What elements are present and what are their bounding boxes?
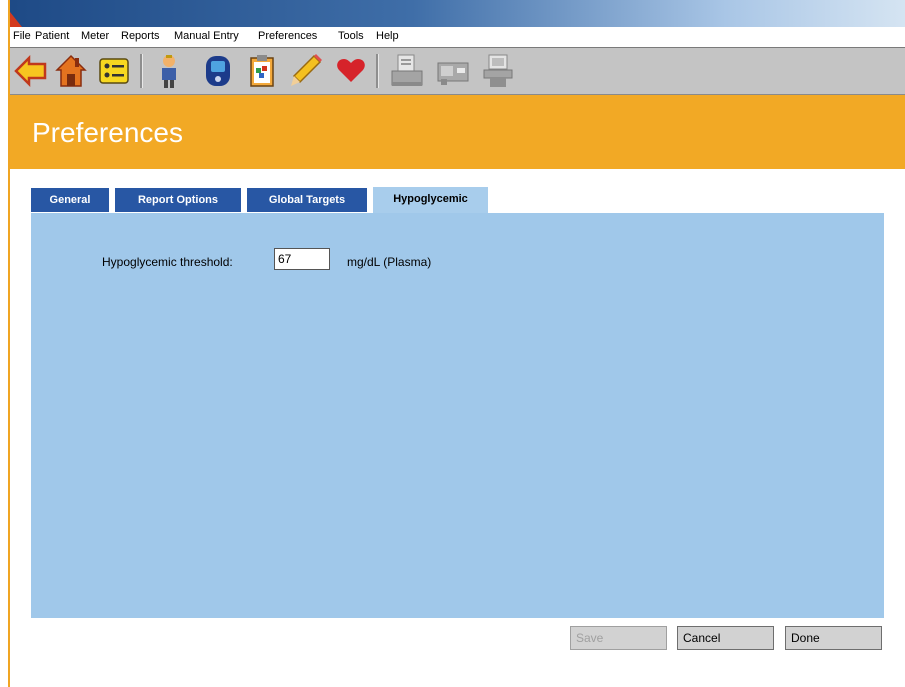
menu-meter[interactable]: Meter — [81, 30, 109, 42]
toolbar — [10, 48, 905, 95]
menu-bar: File Patient Meter Reports Manual Entry … — [10, 27, 905, 48]
save-button[interactable]: Save — [570, 626, 667, 650]
menu-manual-entry[interactable]: Manual Entry — [174, 30, 239, 42]
pencil-icon[interactable] — [288, 52, 324, 90]
meter-icon[interactable] — [200, 52, 236, 90]
title-bar — [10, 0, 905, 27]
threshold-input[interactable] — [274, 248, 330, 270]
home-icon[interactable] — [53, 52, 89, 90]
menu-reports[interactable]: Reports — [121, 30, 160, 42]
menu-patient[interactable]: Patient — [35, 30, 69, 42]
card-reader-icon[interactable] — [435, 52, 471, 90]
computer-icon[interactable] — [480, 52, 516, 90]
doctor-icon[interactable] — [151, 52, 187, 90]
page-title: Preferences — [32, 117, 183, 148]
toolbar-separator — [140, 54, 143, 88]
cancel-button[interactable]: Cancel — [677, 626, 774, 650]
toolbar-separator — [376, 54, 379, 88]
menu-file[interactable]: File — [13, 30, 31, 42]
menu-help[interactable]: Help — [376, 30, 399, 42]
tab-global-targets[interactable]: Global Targets — [247, 188, 367, 212]
clipboard-icon[interactable] — [244, 52, 280, 90]
app-corner-icon — [10, 12, 22, 27]
list-icon[interactable] — [96, 52, 132, 90]
heart-icon[interactable] — [333, 52, 369, 90]
menu-preferences[interactable]: Preferences — [258, 30, 317, 42]
tab-panel-hypoglycemic — [31, 213, 884, 618]
back-arrow-icon[interactable] — [13, 52, 49, 90]
tab-hypoglycemic[interactable]: Hypoglycemic — [373, 187, 488, 214]
done-button[interactable]: Done — [785, 626, 882, 650]
printer-icon[interactable] — [388, 52, 424, 90]
menu-tools[interactable]: Tools — [338, 30, 364, 42]
page-header: Preferences — [10, 95, 905, 169]
tab-general[interactable]: General — [31, 188, 109, 212]
tab-report-options[interactable]: Report Options — [115, 188, 241, 212]
threshold-label: Hypoglycemic threshold: — [102, 255, 233, 269]
threshold-unit: mg/dL (Plasma) — [347, 255, 432, 269]
